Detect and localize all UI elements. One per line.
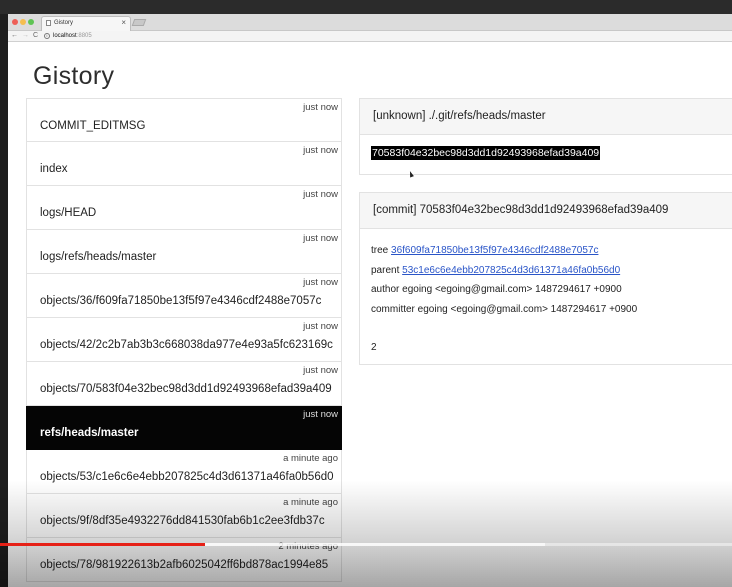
- file-name: objects/78/981922613b2afb6025042ff6bd878…: [40, 559, 329, 571]
- reload-icon[interactable]: C: [33, 32, 38, 39]
- ref-panel: [unknown] ./.git/refs/heads/master 70583…: [359, 98, 732, 175]
- file-list-item[interactable]: a minute ago objects/9f/8df35e4932276dd84…: [26, 494, 342, 538]
- tree-line: tree 36f609fa71850be13f5f97e4346cdf2488e…: [371, 241, 637, 261]
- tree-label: tree: [371, 245, 389, 256]
- video-progress-bar[interactable]: [0, 543, 732, 546]
- tab-bar: Gistory ×: [8, 14, 732, 31]
- browser-tab[interactable]: Gistory ×: [41, 16, 131, 31]
- file-time: just now: [303, 409, 338, 420]
- browser-toolbar: ← → C i localhost:8805: [8, 31, 732, 42]
- commit-message: 2: [371, 342, 377, 353]
- file-list-item[interactable]: just now COMMIT_EDITMSG: [26, 98, 342, 142]
- file-time: a minute ago: [283, 453, 338, 464]
- file-name: objects/53/c1e6c6e4ebb207825c4d3d61371a4…: [40, 471, 334, 483]
- file-time: a minute ago: [283, 497, 338, 508]
- page-icon: [46, 20, 51, 26]
- maximize-window-button[interactable]: [28, 19, 34, 25]
- file-list-item-selected[interactable]: just now refs/heads/master: [26, 406, 342, 450]
- author-line: author egoing <egoing@gmail.com> 1487294…: [371, 284, 622, 295]
- page-title: Gistory: [33, 62, 115, 90]
- minimize-window-button[interactable]: [20, 19, 26, 25]
- tree-hash-link[interactable]: 36f609fa71850be13f5f97e4346cdf2488e7057c: [391, 245, 598, 256]
- file-time: just now: [303, 189, 338, 200]
- file-list-item[interactable]: just now logs/refs/heads/master: [26, 230, 342, 274]
- file-name: refs/heads/master: [40, 427, 139, 439]
- parent-hash-link[interactable]: 53c1e6c6e4ebb207825c4d3d61371a46fa0b56d0: [402, 265, 620, 276]
- address-bar[interactable]: localhost:8805: [53, 33, 92, 39]
- commit-panel-header: [commit] 70583f04e32bec98d3dd1d92493968e…: [360, 193, 732, 229]
- ref-panel-header: [unknown] ./.git/refs/heads/master: [360, 99, 732, 135]
- file-list-item[interactable]: just now index: [26, 142, 342, 186]
- file-time: just now: [303, 145, 338, 156]
- file-name: COMMIT_EDITMSG: [40, 120, 146, 132]
- file-time: just now: [303, 321, 338, 332]
- video-top-strip: [0, 0, 732, 14]
- file-list-item[interactable]: a minute ago objects/53/c1e6c6e4ebb207825…: [26, 450, 342, 494]
- file-name: objects/36/f609fa71850be13f5f97e4346cdf2…: [40, 295, 322, 307]
- file-name: objects/9f/8df35e4932276dd841530fab6b1c2…: [40, 515, 325, 527]
- parent-line: parent 53c1e6c6e4ebb207825c4d3d61371a46f…: [371, 261, 637, 281]
- tab-title: Gistory: [54, 20, 74, 26]
- ref-hash-selected-text[interactable]: 70583f04e32bec98d3dd1d92493968efad39a409: [371, 146, 601, 160]
- close-window-button[interactable]: [12, 19, 18, 25]
- file-name: logs/HEAD: [40, 207, 97, 219]
- tab-close-icon[interactable]: ×: [121, 18, 126, 27]
- committer-line: committer egoing <egoing@gmail.com> 1487…: [371, 303, 638, 315]
- file-name: logs/refs/heads/master: [40, 251, 157, 263]
- back-arrow-icon[interactable]: ←: [11, 32, 18, 39]
- commit-body: tree 36f609fa71850be13f5f97e4346cdf2488e…: [371, 241, 637, 358]
- file-list-item[interactable]: just now objects/42/2c2b7ab3b3c668038da97…: [26, 318, 342, 362]
- file-time: just now: [303, 365, 338, 376]
- file-time: just now: [303, 233, 338, 244]
- video-played-bar: [0, 543, 205, 546]
- url-port: :8805: [76, 33, 92, 39]
- page-content: Gistory just now COMMIT_EDITMSG just now i…: [8, 42, 732, 587]
- file-name: objects/42/2c2b7ab3b3c668038da977e4e93a5…: [40, 339, 333, 351]
- file-list: just now COMMIT_EDITMSG just now index jus…: [26, 98, 342, 582]
- file-list-item[interactable]: just now objects/70/583f04e32bec98d3dd1d9…: [26, 362, 342, 406]
- browser-window: Gistory × ← → C i localhost:8805 Gistory…: [8, 14, 732, 587]
- file-time: just now: [303, 277, 338, 288]
- file-name: objects/70/583f04e32bec98d3dd1d92493968e…: [40, 383, 332, 395]
- file-name: index: [40, 163, 68, 175]
- url-host: localhost: [53, 33, 77, 39]
- info-icon[interactable]: i: [44, 33, 50, 39]
- file-list-item[interactable]: just now logs/HEAD: [26, 186, 342, 230]
- parent-label: parent: [371, 264, 400, 276]
- new-tab-button[interactable]: [131, 19, 147, 26]
- file-time: just now: [303, 102, 338, 113]
- forward-arrow-icon[interactable]: →: [22, 32, 29, 39]
- file-list-item[interactable]: just now objects/36/f609fa71850be13f5f97e…: [26, 274, 342, 318]
- commit-panel: [commit] 70583f04e32bec98d3dd1d92493968e…: [359, 192, 732, 365]
